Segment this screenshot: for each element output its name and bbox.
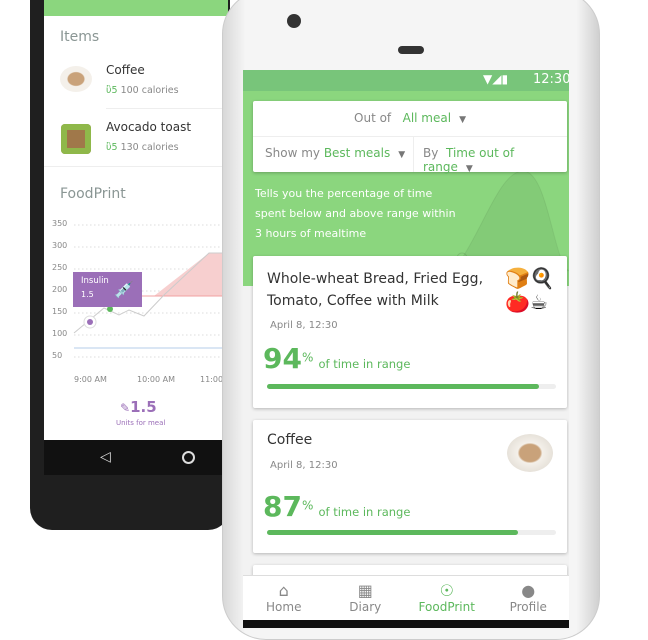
home-icon: ⌂ bbox=[278, 581, 289, 600]
y-tick-label: 50 bbox=[52, 351, 63, 360]
wifi-signal-battery-icons: ▼◢▮ bbox=[483, 72, 509, 86]
bottom-nav: ⌂ Home ▦ Diary ☉ FoodPrint ● Profile bbox=[243, 575, 569, 623]
nav-diary[interactable]: ▦ Diary bbox=[325, 576, 407, 623]
out-of-dropdown[interactable]: Out of All meal ▼ bbox=[253, 111, 567, 125]
description: Tells you the percentage of time spent b… bbox=[255, 187, 456, 240]
y-tick-label: 250 bbox=[52, 263, 68, 272]
back-phone-screen: Items Coffee ὒ5 100 calories Avocado toa… bbox=[44, 0, 228, 440]
foodprint-title: FoodPrint bbox=[60, 186, 126, 202]
speaker bbox=[398, 46, 424, 54]
pen-icon: ✎ bbox=[120, 401, 131, 415]
back-nav-icon[interactable]: ◁ bbox=[100, 449, 111, 465]
status-bar: ▼◢▮ 12:30 bbox=[243, 70, 569, 91]
y-tick-label: 350 bbox=[52, 219, 68, 228]
item-calories: 100 calories bbox=[120, 85, 179, 96]
y-tick-label: 150 bbox=[52, 307, 68, 316]
meal-date: April 8, 12:30 bbox=[270, 320, 338, 331]
home-nav-icon[interactable] bbox=[182, 451, 195, 464]
x-tick-label: 10:00 AM bbox=[137, 375, 175, 384]
by-dropdown[interactable]: By Time out of range ▼ bbox=[423, 146, 567, 174]
meal-title: Whole-wheat Bread, Fried Egg, Tomato, Co… bbox=[267, 271, 484, 309]
item-calories: 130 calories bbox=[120, 142, 179, 153]
chevron-down-icon: ▼ bbox=[459, 115, 466, 125]
nav-label: Profile bbox=[509, 600, 547, 614]
percent-sign: % bbox=[301, 350, 314, 365]
chevron-down-icon: ▼ bbox=[398, 150, 406, 160]
nav-profile[interactable]: ● Profile bbox=[488, 576, 570, 623]
percent-sign: % bbox=[301, 498, 314, 513]
show-my-dropdown[interactable]: Show my Best meals ▼ bbox=[265, 146, 405, 160]
profile-icon: ● bbox=[521, 581, 536, 600]
syringe-icon: 💉 bbox=[114, 280, 134, 299]
meal-card[interactable]: Coffee April 8, 12:30 87% of time in ran… bbox=[253, 420, 567, 553]
nav-foodprint[interactable]: ☉ FoodPrint bbox=[406, 576, 488, 623]
flame-icon: ὒ5 bbox=[106, 85, 118, 96]
fingerprint-icon: ☉ bbox=[439, 581, 454, 600]
android-nav-bar: ◁ bbox=[44, 440, 228, 475]
percent-value: 87 bbox=[263, 490, 302, 523]
y-tick-label: 100 bbox=[52, 329, 68, 338]
chevron-down-icon: ▼ bbox=[465, 164, 473, 174]
items-title: Items bbox=[60, 29, 100, 45]
coffee-image bbox=[60, 66, 92, 92]
y-tick-label: 300 bbox=[52, 241, 68, 250]
insulin-label: Units for meal bbox=[116, 419, 166, 427]
range-label: of time in range bbox=[318, 505, 411, 519]
nav-label: Home bbox=[266, 600, 302, 614]
status-time: 12:30 bbox=[533, 72, 569, 87]
divider bbox=[44, 166, 228, 167]
header-bar bbox=[44, 0, 228, 16]
item-name: Avocado toast bbox=[106, 120, 192, 134]
filter-card: Out of All meal ▼ Show my Best meals ▼ By … bbox=[253, 101, 567, 174]
flame-icon: ὒ5 bbox=[106, 142, 118, 153]
value: All meal bbox=[402, 111, 452, 125]
progress-bar bbox=[267, 530, 556, 535]
value: Best meals bbox=[323, 146, 391, 160]
nav-label: FoodPrint bbox=[418, 600, 475, 614]
item-name: Coffee bbox=[106, 63, 145, 77]
nav-bar-edge bbox=[243, 620, 569, 628]
diary-icon: ▦ bbox=[357, 581, 373, 600]
meal-food-icons: 🍞🍳 🍅☕ bbox=[505, 266, 555, 314]
above-range-area bbox=[154, 253, 228, 296]
meal-date: April 8, 12:30 bbox=[270, 460, 338, 471]
y-tick-label: 200 bbox=[52, 285, 68, 294]
camera bbox=[287, 14, 301, 28]
insulin-point bbox=[87, 319, 93, 325]
meal-card[interactable]: Whole-wheat Bread, Fried Egg, Tomato, Co… bbox=[253, 256, 567, 408]
insulin-tooltip: Insulin 1.5 💉 bbox=[73, 272, 142, 307]
meal-title: Coffee bbox=[267, 432, 313, 448]
label: Show my bbox=[265, 146, 320, 160]
label: By bbox=[423, 146, 439, 160]
insulin-value: 1.5 bbox=[130, 398, 157, 416]
label: Out of bbox=[354, 111, 392, 125]
range-label: of time in range bbox=[318, 357, 411, 371]
progress-bar bbox=[267, 384, 556, 389]
divider bbox=[106, 108, 228, 109]
avocado-toast-image bbox=[61, 124, 91, 154]
x-tick-label: 9:00 AM bbox=[74, 375, 107, 384]
nav-label: Diary bbox=[349, 600, 382, 614]
nav-home[interactable]: ⌂ Home bbox=[243, 576, 325, 623]
coffee-image bbox=[507, 434, 553, 472]
front-phone-screen: ▼◢▮ 12:30 Out of All meal ▼ Show my Best … bbox=[243, 70, 569, 628]
percent-value: 94 bbox=[263, 342, 302, 375]
